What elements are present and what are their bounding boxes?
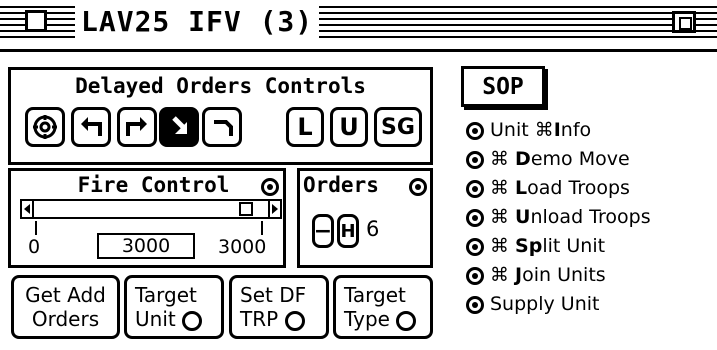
set-df-trp-radio[interactable] <box>284 310 305 331</box>
target-type-button[interactable]: Target Type <box>333 275 433 339</box>
range-value-field[interactable]: 3000 <box>97 233 195 259</box>
close-box[interactable] <box>25 10 47 32</box>
download-icon <box>172 116 187 134</box>
orders-minus-button[interactable]: − <box>312 214 334 248</box>
download-button[interactable] <box>159 107 199 147</box>
button-label-line1: Target <box>344 283 406 307</box>
delayed-orders-title: Delayed Orders Controls <box>75 74 366 98</box>
fire-control-title: Fire Control <box>77 173 230 197</box>
slider-tick-min <box>35 221 37 235</box>
sop-item-unload-troops[interactable]: ⌘ Unload Troops <box>466 206 651 228</box>
button-label-line2: Orders <box>31 307 100 331</box>
sop-button[interactable]: SOP <box>461 66 545 107</box>
button-label-line2: Type <box>344 307 417 331</box>
slider-thumb[interactable] <box>239 202 254 216</box>
bend-button[interactable] <box>202 107 242 147</box>
fire-control-radio[interactable] <box>261 177 279 196</box>
target-type-radio[interactable] <box>396 310 417 331</box>
sop-item-load-troops[interactable]: ⌘ Load Troops <box>466 177 630 199</box>
sop-radio[interactable] <box>466 121 484 140</box>
split-group-button[interactable]: SG <box>374 107 422 147</box>
set-df-trp-button[interactable]: Set DF TRP <box>229 275 329 339</box>
slider-right-arrow-icon[interactable] <box>268 201 280 217</box>
gear-icon <box>33 115 57 139</box>
gear-button[interactable] <box>25 107 65 147</box>
unload-button[interactable]: U <box>330 107 368 147</box>
slider-left-arrow-icon[interactable] <box>22 201 34 217</box>
sop-radio[interactable] <box>466 266 484 285</box>
window-title: LAV25 IFV (3) <box>75 4 320 40</box>
sop-item-join-units[interactable]: ⌘ Join Units <box>466 264 606 286</box>
load-button[interactable]: L <box>286 107 324 147</box>
sop-item-unit-info[interactable]: Unit ⌘Info <box>466 119 591 141</box>
sop-radio[interactable] <box>466 237 484 256</box>
turn-left-icon <box>81 117 102 136</box>
button-label-line2: TRP <box>240 307 305 331</box>
range-min-label: 0 <box>28 236 41 258</box>
sop-radio[interactable] <box>466 295 484 314</box>
target-unit-button[interactable]: Target Unit <box>124 275 224 339</box>
orders-radio[interactable] <box>409 177 427 196</box>
button-label-line1: Set DF <box>240 283 307 307</box>
slider-tick-max <box>261 221 263 235</box>
sop-radio[interactable] <box>466 179 484 198</box>
orders-title: Orders <box>303 173 379 197</box>
turn-left-button[interactable] <box>71 107 111 147</box>
sop-radio[interactable] <box>466 150 484 169</box>
bend-icon <box>214 120 233 136</box>
title-divider <box>0 49 717 52</box>
button-label-line1: Target <box>135 283 197 307</box>
sop-item-demo-move[interactable]: ⌘ Demo Move <box>466 148 630 170</box>
button-label-line2: Unit <box>135 307 203 331</box>
turn-right-icon <box>126 117 147 136</box>
orders-count: 6 <box>366 217 380 241</box>
get-add-orders-button[interactable]: Get Add Orders <box>11 275 120 339</box>
range-slider[interactable] <box>20 199 282 219</box>
sop-radio[interactable] <box>466 208 484 227</box>
zoom-box[interactable] <box>672 11 696 33</box>
sop-item-supply-unit[interactable]: Supply Unit <box>466 293 599 315</box>
target-unit-radio[interactable] <box>182 310 203 331</box>
turn-right-button[interactable] <box>117 107 157 147</box>
range-max-label: 3000 <box>218 236 267 258</box>
orders-h-button[interactable]: H <box>337 214 359 248</box>
button-label-line1: Get Add <box>25 283 106 307</box>
sop-item-split-unit[interactable]: ⌘ Split Unit <box>466 235 605 257</box>
